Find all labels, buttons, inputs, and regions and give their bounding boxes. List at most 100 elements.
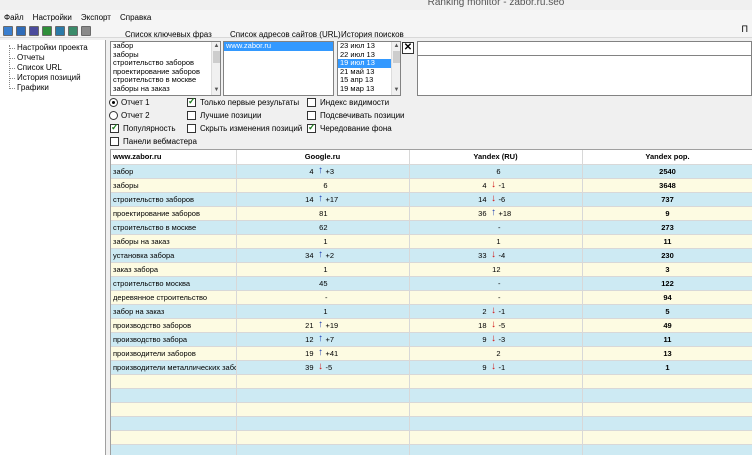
- menu-help[interactable]: Справка: [120, 13, 151, 22]
- tree-item-charts[interactable]: Графики: [0, 83, 105, 93]
- url-item[interactable]: www.zabor.ru: [224, 42, 333, 51]
- table-row[interactable]: установка забора 34 ↑ +2 33 ↓ -4 230: [111, 248, 752, 263]
- yandex-popularity-cell: 13: [582, 346, 752, 361]
- table-row[interactable]: производство заборов 21 ↑ +19 18 ↓ -5 49: [111, 318, 752, 333]
- first-results-checkbox[interactable]: Только первые результаты: [187, 96, 299, 107]
- alternate-background-checkbox[interactable]: Чередование фона: [307, 122, 392, 133]
- scroll-down-icon[interactable]: ▼: [393, 87, 400, 94]
- table-row[interactable]: заборы 6 4 ↓ -1 3648: [111, 178, 752, 193]
- table-row[interactable]: заборы на заказ 1 1 11: [111, 234, 752, 249]
- table-row[interactable]: строительство в москве 62 - 273: [111, 220, 752, 235]
- g-position: 6: [323, 180, 328, 190]
- menu-file[interactable]: Файл: [4, 13, 24, 22]
- column-header-yandex[interactable]: Yandex (RU): [409, 150, 583, 165]
- tree-item-reports[interactable]: Отчеты: [0, 53, 105, 63]
- keyword-cell: производители металлических забо: [111, 360, 237, 375]
- g-position-cell: 12 ↑ +7: [236, 332, 410, 347]
- close-icon[interactable]: ✕: [402, 42, 414, 54]
- empty-table-row: [111, 374, 752, 389]
- menu-settings[interactable]: Настройки: [33, 13, 72, 22]
- urls-list[interactable]: www.zabor.ru: [223, 41, 334, 96]
- report2-radio[interactable]: Отчет 2: [109, 111, 150, 120]
- project-tree: Настройки проекта Отчеты Список URL Исто…: [0, 40, 106, 455]
- y-position-cell: 12: [409, 262, 583, 277]
- radio-icon[interactable]: [109, 111, 118, 120]
- settings-tool-icon[interactable]: [3, 26, 13, 36]
- yandex-popularity-cell: 11: [582, 234, 752, 249]
- scroll-up-icon[interactable]: ▲: [393, 43, 400, 50]
- checkbox-icon[interactable]: [307, 111, 316, 120]
- menu-bar: Файл Настройки Экспорт Справка: [0, 10, 752, 24]
- arrow-up-icon: ↑: [318, 249, 323, 260]
- empty-table-row: [111, 388, 752, 403]
- table-row[interactable]: производители металлических забо 39 ↓ -5 9 ↓ -…: [111, 360, 752, 375]
- y-position: 36: [478, 208, 487, 218]
- column-header-site[interactable]: www.zabor.ru: [111, 150, 237, 165]
- empty-cell: [409, 430, 583, 445]
- empty-cell: [582, 388, 752, 403]
- export-tool-icon[interactable]: [68, 26, 78, 36]
- tree-item-project-settings[interactable]: Настройки проекта: [0, 43, 105, 53]
- details-panel: [417, 56, 752, 96]
- best-positions-checkbox[interactable]: Лучшие позиции: [187, 111, 261, 120]
- history-list[interactable]: 23 июл 13 22 июл 13 19 июл 13 21 май 13 …: [337, 41, 401, 96]
- hide-changes-checkbox[interactable]: Скрыть изменения позиций: [187, 124, 302, 133]
- tree-item-position-history[interactable]: История позиций: [0, 73, 105, 83]
- arrow-up-icon: ↑: [318, 165, 323, 176]
- y-position: 14: [478, 194, 487, 204]
- table-row[interactable]: деревянное строительство - - 94: [111, 290, 752, 305]
- checkbox-checked-icon[interactable]: [307, 122, 316, 133]
- empty-table-row: [111, 416, 752, 431]
- highlight-positions-checkbox[interactable]: Подсвечивать позиции: [307, 111, 405, 120]
- table-row[interactable]: строительство москва 45 - 122: [111, 276, 752, 291]
- chart-tool-icon[interactable]: [55, 26, 65, 36]
- table-row[interactable]: производители заборов 19 ↑ +41 2 13: [111, 346, 752, 361]
- table-row[interactable]: забор на заказ 1 2 ↓ -1 5: [111, 304, 752, 319]
- arrow-down-icon: ↓: [491, 249, 496, 260]
- menu-export[interactable]: Экспорт: [81, 13, 111, 22]
- popularity-checkbox[interactable]: Популярность: [110, 122, 176, 133]
- g-position: 1: [323, 264, 328, 274]
- keyword-item[interactable]: заборы на заказ: [111, 84, 220, 94]
- column-header-google[interactable]: Google.ru: [236, 150, 410, 165]
- table-row[interactable]: забор 4 ↑ +3 6 2540: [111, 164, 752, 179]
- keywords-scrollbar[interactable]: ▲ ▼: [211, 42, 220, 95]
- empty-cell: [409, 374, 583, 389]
- keywords-list[interactable]: забор заборы строительство заборов проек…: [110, 41, 221, 96]
- g-position-cell: 34 ↑ +2: [236, 248, 410, 263]
- table-row[interactable]: строительство заборов 14 ↑ +17 14 ↓ -6 737: [111, 192, 752, 207]
- webmaster-checkbox[interactable]: Панели вебмастера: [110, 137, 197, 146]
- empty-cell: [236, 388, 410, 403]
- print-tool-icon[interactable]: [81, 26, 91, 36]
- empty-cell: [582, 374, 752, 389]
- yandex-popularity-cell: 737: [582, 192, 752, 207]
- g-position-change: +41: [325, 348, 339, 358]
- yandex-popularity-cell: 3648: [582, 178, 752, 193]
- url-tool-icon[interactable]: [29, 26, 39, 36]
- arrow-down-icon: ↓: [491, 179, 496, 190]
- keyword-cell: производство забора: [111, 332, 237, 347]
- checkbox-icon[interactable]: [110, 137, 119, 146]
- empty-cell: [236, 402, 410, 417]
- history-scrollbar[interactable]: ▲ ▼: [391, 42, 400, 95]
- report1-radio[interactable]: Отчет 1: [109, 98, 150, 107]
- tree-item-url-list[interactable]: Список URL: [0, 63, 105, 73]
- table-row[interactable]: заказ забора 1 12 3: [111, 262, 752, 277]
- scroll-down-icon[interactable]: ▼: [213, 87, 220, 94]
- report-tool-icon[interactable]: [16, 26, 26, 36]
- visibility-index-checkbox[interactable]: Индекс видимости: [307, 98, 389, 107]
- g-position-cell: 19 ↑ +41: [236, 346, 410, 361]
- radio-checked-icon[interactable]: [109, 98, 118, 107]
- table-row[interactable]: проектирование заборов 81 36 ↑ +18 9: [111, 206, 752, 221]
- history-tool-icon[interactable]: [42, 26, 52, 36]
- checkbox-icon[interactable]: [187, 124, 196, 133]
- arrow-down-icon: ↓: [491, 333, 496, 344]
- table-row[interactable]: производство забора 12 ↑ +7 9 ↓ -3 11: [111, 332, 752, 347]
- column-header-yandex-pop[interactable]: Yandex pop.: [582, 150, 752, 165]
- checkbox-icon[interactable]: [307, 98, 316, 107]
- url-input-field[interactable]: [417, 41, 752, 56]
- scroll-up-icon[interactable]: ▲: [213, 43, 220, 50]
- checkbox-checked-icon[interactable]: [110, 122, 119, 133]
- checkbox-icon[interactable]: [187, 111, 196, 120]
- checkbox-checked-icon[interactable]: [187, 96, 196, 107]
